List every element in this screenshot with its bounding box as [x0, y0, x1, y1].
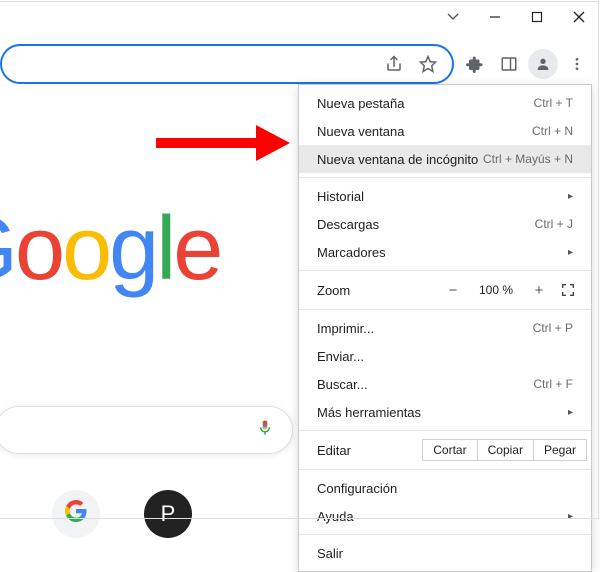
menu-new-window[interactable]: Nueva ventana Ctrl + N	[299, 117, 591, 145]
menu-item-label: Descargas	[317, 217, 379, 232]
menu-print[interactable]: Imprimir... Ctrl + P	[299, 314, 591, 342]
menu-item-shortcut: Ctrl + T	[534, 96, 573, 110]
shortcut-label	[64, 499, 88, 529]
menu-item-label: Buscar...	[317, 377, 368, 392]
chevron-down-icon[interactable]	[432, 0, 474, 34]
menu-edit: Editar Cortar Copiar Pegar	[299, 435, 591, 465]
menu-find[interactable]: Buscar... Ctrl + F	[299, 370, 591, 398]
minimize-button[interactable]	[474, 0, 516, 34]
menu-new-tab[interactable]: Nueva pestaña Ctrl + T	[299, 89, 591, 117]
menu-item-label: Nueva pestaña	[317, 96, 404, 111]
menu-separator	[299, 430, 591, 431]
menu-bookmarks[interactable]: Marcadores	[299, 238, 591, 266]
logo-letter-e: e	[173, 199, 220, 299]
menu-zoom: Zoom − 100 % +	[299, 275, 591, 305]
zoom-value: 100 %	[471, 283, 521, 297]
menu-item-shortcut: Ctrl + N	[532, 124, 573, 138]
menu-separator	[299, 270, 591, 271]
menu-item-label: Salir	[317, 546, 343, 561]
zoom-out-button[interactable]: −	[443, 282, 463, 299]
menu-more-tools[interactable]: Más herramientas	[299, 398, 591, 426]
share-icon[interactable]	[384, 54, 404, 74]
menu-separator	[299, 469, 591, 470]
window-title-bar	[0, 0, 600, 34]
logo-letter-g: G	[0, 199, 15, 299]
menu-settings[interactable]: Configuración	[299, 474, 591, 502]
logo-letter-g2: g	[109, 199, 156, 299]
edit-cut-button[interactable]: Cortar	[422, 439, 477, 461]
close-button[interactable]	[558, 0, 600, 34]
shortcut-label: P	[161, 501, 176, 527]
kebab-menu-icon[interactable]	[562, 49, 592, 79]
menu-item-label: Zoom	[317, 283, 350, 298]
star-icon[interactable]	[418, 54, 438, 74]
menu-item-label: Nueva ventana	[317, 124, 404, 139]
logo-letter-o2: o	[62, 199, 109, 299]
menu-item-shortcut: Ctrl + F	[533, 377, 573, 391]
menu-separator	[299, 177, 591, 178]
menu-item-label: Historial	[317, 189, 364, 204]
fullscreen-icon[interactable]	[557, 279, 579, 301]
sidepanel-icon[interactable]	[494, 49, 524, 79]
menu-item-label: Configuración	[317, 481, 397, 496]
menu-item-label: Ayuda	[317, 509, 354, 524]
menu-exit[interactable]: Salir	[299, 539, 591, 567]
menu-incognito-window[interactable]: Nueva ventana de incógnito Ctrl + Mayús …	[299, 145, 591, 173]
maximize-button[interactable]	[516, 0, 558, 34]
menu-item-label: Más herramientas	[317, 405, 421, 420]
menu-separator	[299, 309, 591, 310]
shortcuts-row: P	[52, 490, 192, 538]
menu-item-shortcut: Ctrl + J	[535, 217, 573, 231]
menu-history[interactable]: Historial	[299, 182, 591, 210]
logo-letter-l: l	[156, 199, 173, 299]
logo-letter-o1: o	[15, 199, 62, 299]
google-logo: Google	[0, 198, 220, 301]
menu-item-label: Imprimir...	[317, 321, 374, 336]
menu-item-label: Editar	[317, 443, 357, 458]
shortcut-tile[interactable]	[52, 490, 100, 538]
browser-toolbar	[0, 42, 600, 86]
menu-item-shortcut: Ctrl + P	[533, 321, 573, 335]
edit-copy-button[interactable]: Copiar	[477, 439, 534, 461]
menu-separator	[299, 534, 591, 535]
profile-icon[interactable]	[528, 49, 558, 79]
menu-item-label: Enviar...	[317, 349, 364, 364]
menu-send[interactable]: Enviar...	[299, 342, 591, 370]
extensions-icon[interactable]	[460, 49, 490, 79]
menu-help[interactable]: Ayuda	[299, 502, 591, 530]
chrome-main-menu: Nueva pestaña Ctrl + T Nueva ventana Ctr…	[298, 84, 592, 572]
menu-item-label: Marcadores	[317, 245, 386, 260]
menu-item-shortcut: Ctrl + Mayús + N	[483, 152, 573, 166]
zoom-in-button[interactable]: +	[529, 282, 549, 299]
omnibox[interactable]	[0, 44, 454, 84]
menu-downloads[interactable]: Descargas Ctrl + J	[299, 210, 591, 238]
shortcut-tile[interactable]: P	[144, 490, 192, 538]
edit-paste-button[interactable]: Pegar	[533, 439, 587, 461]
menu-item-label: Nueva ventana de incógnito	[317, 152, 478, 167]
search-input[interactable]	[0, 406, 293, 454]
microphone-icon[interactable]	[256, 417, 274, 444]
